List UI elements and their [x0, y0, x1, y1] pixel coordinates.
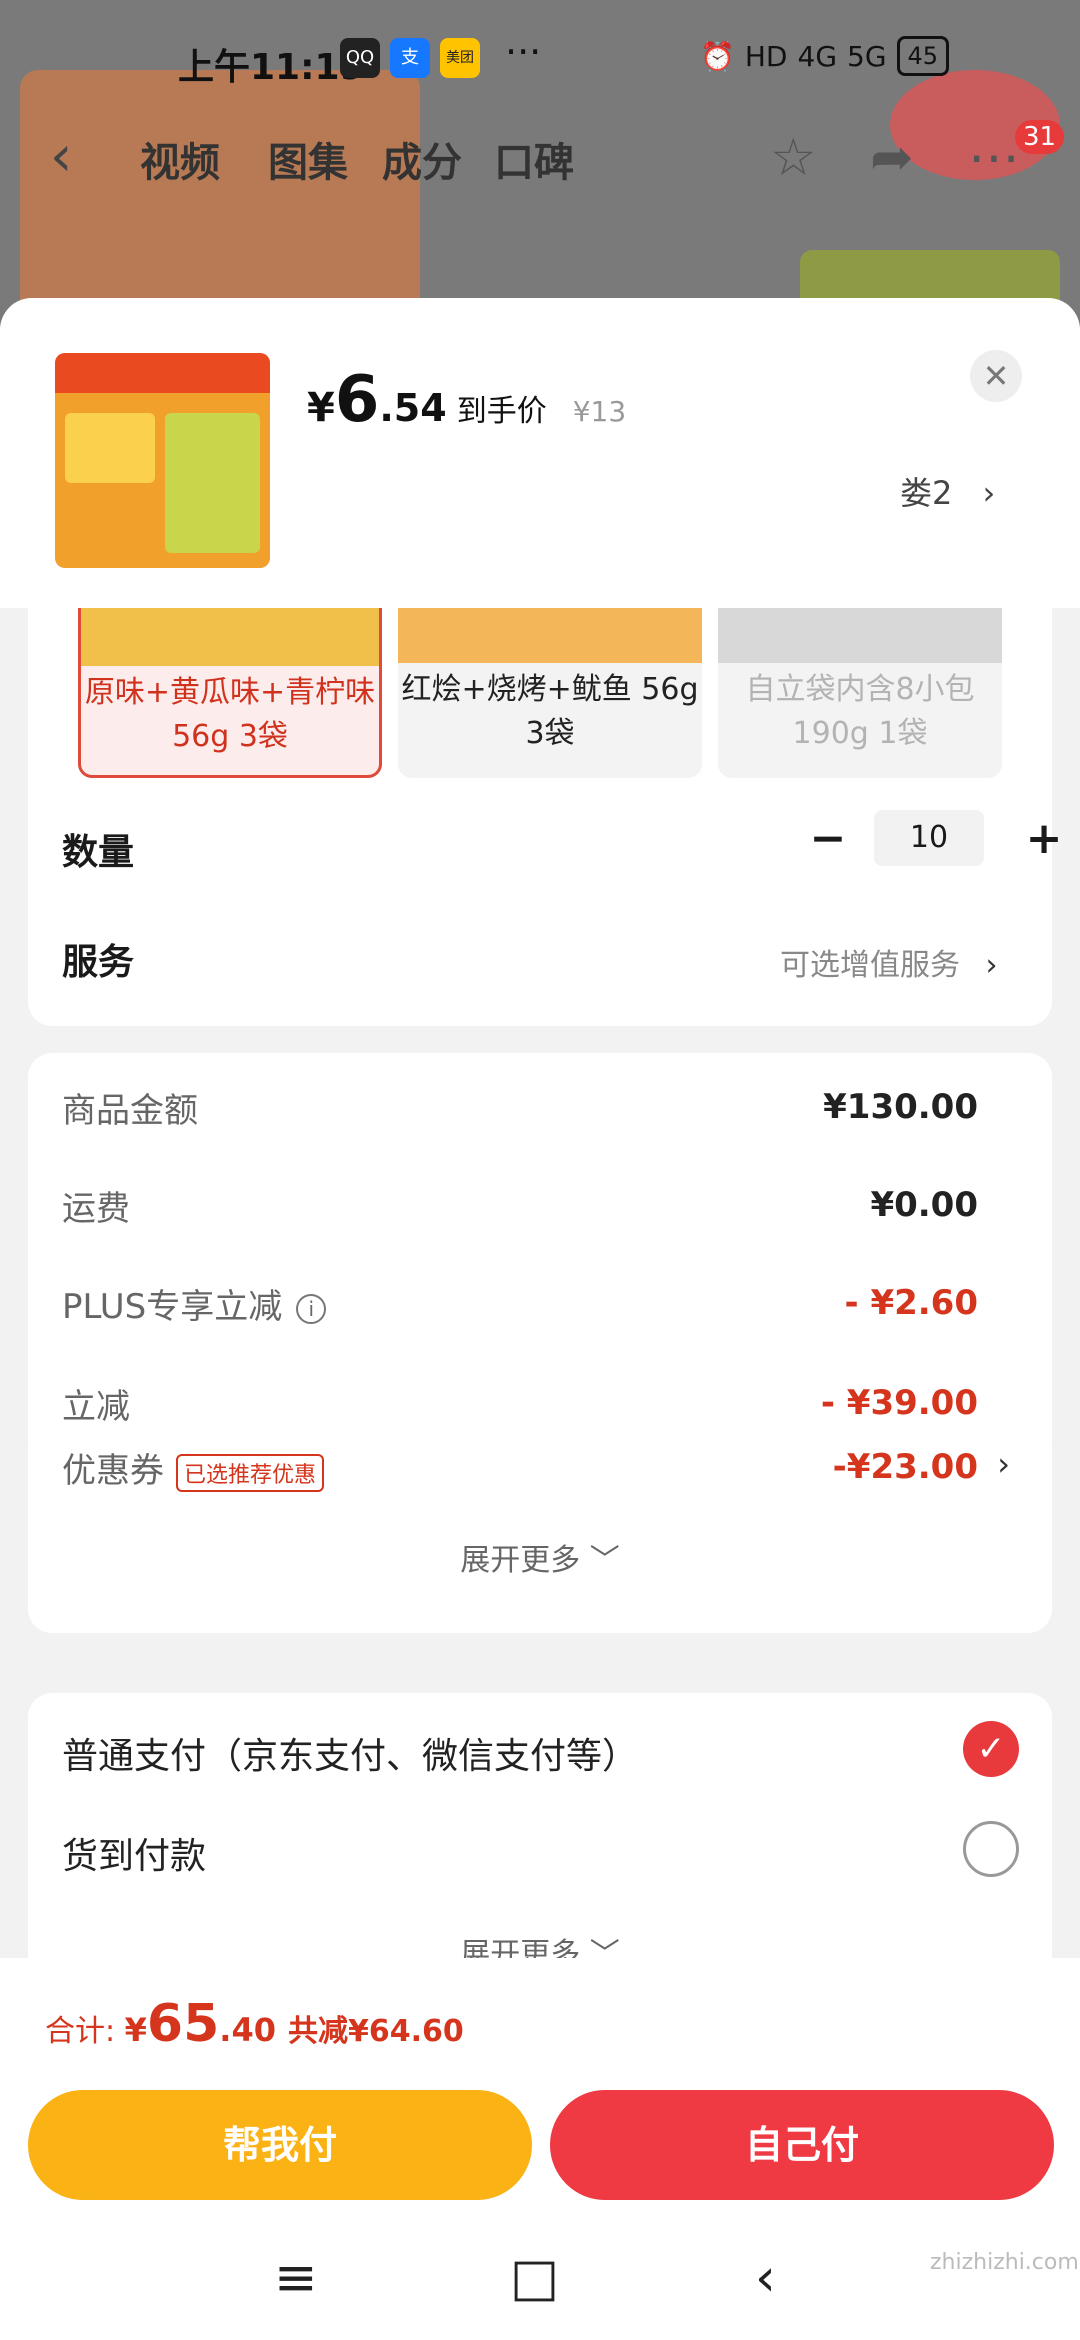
- alipay-icon: 支: [390, 38, 430, 78]
- shipping-value: ¥0.00: [870, 1185, 978, 1225]
- tab-video[interactable]: 视频: [140, 130, 220, 188]
- price-block: ¥6.54 到手价 ¥13: [307, 363, 626, 437]
- status-time: 上午11:19: [178, 47, 365, 88]
- product-thumbnail: [55, 353, 270, 568]
- selected-spec[interactable]: 娄2 ›: [900, 468, 995, 514]
- help-pay-button[interactable]: 帮我付: [28, 2090, 532, 2200]
- service-selector[interactable]: 可选增值服务 ›: [780, 940, 998, 984]
- price-breakdown-card: 商品金额 ¥130.00 运费 ¥0.00 PLUS专享立减 i - ¥2.60 …: [28, 1053, 1052, 1463]
- goods-amount-label: 商品金额: [62, 1091, 198, 1131]
- price-label: 到手价: [456, 394, 547, 429]
- total-currency: ¥: [124, 2011, 147, 2049]
- chevron-right-icon: ›: [985, 948, 998, 983]
- variant-list: 原味+黄瓜味+青柠味 56g 3袋 红烩+烧烤+鱿鱼 56g 3袋 自立袋内含8…: [78, 588, 1002, 778]
- total-saved: 共减¥64.60: [287, 2014, 464, 2049]
- status-bar: 上午11:19 QQ 支 美团 ··· ⏰ HD 4G 5G 45: [0, 30, 1080, 90]
- close-icon[interactable]: ✕: [970, 350, 1022, 402]
- quantity-input[interactable]: 10: [874, 810, 984, 866]
- variant-label: 原味+黄瓜味+青柠味 56g 3袋: [84, 675, 376, 754]
- variant-option[interactable]: 自立袋内含8小包 190g 1袋: [718, 588, 1002, 778]
- variant-option[interactable]: 红烩+烧烤+鱿鱼 56g 3袋: [398, 588, 702, 778]
- expand-more-link[interactable]: 展开更多 ﹀: [28, 1929, 1052, 1958]
- home-icon[interactable]: □: [510, 2248, 559, 2308]
- discount-label: 立减: [62, 1387, 130, 1427]
- service-label: 服务: [62, 942, 135, 983]
- system-nav-bar: ≡ □ ‹: [0, 2240, 1080, 2340]
- selected-spec-label: 娄2: [900, 474, 953, 512]
- price-decimal: .54: [379, 386, 447, 430]
- variant-label: 自立袋内含8小包 190g 1袋: [745, 672, 975, 751]
- sheet-header: ¥6.54 到手价 ¥13 ✕ 娄2 ›: [0, 298, 1080, 608]
- share-icon[interactable]: ➦: [870, 128, 914, 188]
- top-nav: ‹ 视频 图集 成分 口碑 ☆ ➦ ⋯ 31: [0, 120, 1080, 200]
- back-arrow-icon[interactable]: ‹: [50, 124, 72, 189]
- plus-discount-label: PLUS专享立减: [62, 1287, 283, 1327]
- chevron-right-icon: ›: [982, 474, 996, 512]
- meituan-icon: 美团: [440, 38, 480, 78]
- coupon-card[interactable]: 优惠券 已选推荐优惠 -¥23.00 › 展开更多 ﹀: [28, 1443, 1052, 1633]
- radio-icon[interactable]: [963, 1821, 1019, 1877]
- total-block: 合计: ¥65.40 共减¥64.60: [45, 1994, 464, 2054]
- more-icon[interactable]: ⋯: [968, 128, 1020, 188]
- discount-value: - ¥39.00: [820, 1383, 978, 1423]
- original-price: ¥13: [572, 395, 627, 428]
- battery-icon: 45: [896, 36, 950, 76]
- info-icon[interactable]: i: [296, 1293, 327, 1324]
- plus-discount-row: PLUS专享立减 i: [62, 1279, 327, 1328]
- quantity-label: 数量: [62, 832, 135, 873]
- plus-button[interactable]: +: [1014, 813, 1074, 864]
- coupon-value: -¥23.00: [832, 1447, 978, 1487]
- minus-button[interactable]: −: [798, 813, 858, 864]
- total-decimal: .40: [219, 2011, 276, 2049]
- expand-more-link[interactable]: 展开更多 ﹀: [28, 1535, 1052, 1579]
- payment-card: 普通支付（京东支付、微信支付等） ✓ 货到付款 展开更多 ﹀: [28, 1693, 1052, 1958]
- tab-reviews[interactable]: 口碑: [494, 130, 574, 188]
- system-icons: ⏰ HD 4G 5G 45: [700, 36, 950, 76]
- total-label: 合计:: [45, 2014, 125, 2049]
- star-icon[interactable]: ☆: [770, 128, 817, 188]
- message-badge: 31: [1015, 120, 1065, 154]
- service-value: 可选增值服务: [780, 948, 960, 983]
- payment-option-normal[interactable]: 普通支付（京东支付、微信支付等）: [62, 1727, 638, 1779]
- watermark: zhizhizhi.com: [930, 2250, 1079, 2275]
- total-integer: 65: [146, 1994, 220, 2054]
- signal-5g-icon: 5G: [847, 39, 887, 73]
- menu-icon[interactable]: ≡: [274, 2248, 318, 2308]
- qq-icon: QQ: [340, 38, 380, 78]
- variant-label: 红烩+烧烤+鱿鱼 56g 3袋: [401, 672, 699, 751]
- payment-option-cod[interactable]: 货到付款: [62, 1827, 206, 1879]
- signal-4g-icon: 4G: [797, 39, 838, 73]
- quantity-stepper: − 10 +: [798, 810, 1074, 866]
- price-integer: 6: [334, 363, 380, 437]
- alarm-icon: ⏰: [700, 39, 735, 73]
- coupon-tag: 已选推荐优惠: [176, 1453, 325, 1492]
- coupon-row: 优惠券 已选推荐优惠: [62, 1443, 325, 1492]
- shipping-label: 运费: [62, 1189, 130, 1229]
- self-pay-button[interactable]: 自己付: [550, 2090, 1054, 2200]
- plus-discount-value: - ¥2.60: [844, 1283, 979, 1323]
- hd-icon: HD: [744, 39, 788, 73]
- check-icon[interactable]: ✓: [963, 1721, 1019, 1777]
- coupon-label: 优惠券: [62, 1451, 164, 1491]
- tab-ingredients[interactable]: 成分: [382, 130, 462, 188]
- goods-amount-value: ¥130.00: [823, 1087, 978, 1127]
- status-more-icon: ···: [505, 30, 542, 74]
- chevron-right-icon: ›: [997, 1445, 1010, 1483]
- price-currency: ¥: [307, 385, 335, 431]
- back-icon[interactable]: ‹: [755, 2248, 776, 2308]
- variant-option[interactable]: 原味+黄瓜味+青柠味 56g 3袋: [78, 588, 382, 778]
- tab-gallery[interactable]: 图集: [268, 130, 348, 188]
- purchase-sheet: ¥6.54 到手价 ¥13 ✕ 娄2 › 原味+黄瓜味+青柠味 56g 3袋 红烩+…: [0, 298, 1080, 1958]
- spec-card: 原味+黄瓜味+青柠味 56g 3袋 红烩+烧烤+鱿鱼 56g 3袋 自立袋内含8…: [28, 588, 1062, 1026]
